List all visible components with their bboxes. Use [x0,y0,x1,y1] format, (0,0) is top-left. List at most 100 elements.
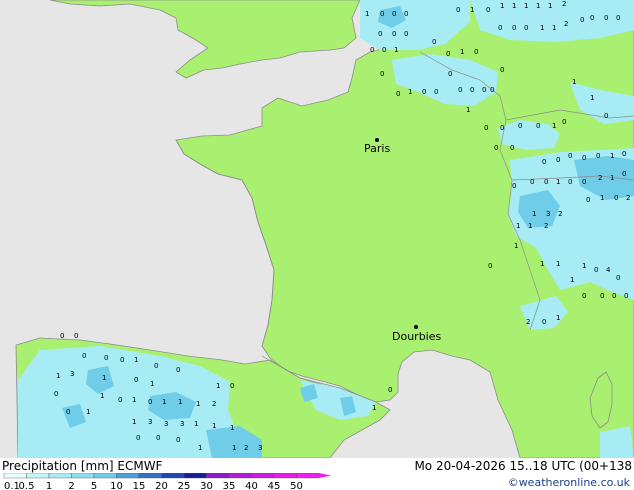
precip-value-label: 0 [542,318,546,326]
scale-arrow [319,473,331,478]
precip-value-label: 1 [610,174,614,182]
precip-value-label: 0 [456,6,460,14]
precip-value-label: 1 [365,10,369,18]
precip-value-label: 0 [510,144,514,152]
precip-value-label: 1 [470,6,474,14]
scale-swatch [93,473,117,479]
precip-value-label: 0 [230,382,234,390]
precip-value-label: 3 [70,370,74,378]
precip-value-label: 0 [498,24,502,32]
scale-swatch [296,473,320,479]
precip-value-label: 1 [134,356,138,364]
scale-tick-label: 0.5 [19,481,35,490]
credit-text: ©weatheronline.co.uk [507,476,630,489]
precip-value-label: 0 [422,88,426,96]
precip-value-label: 0 [176,436,180,444]
scale-swatch [3,473,27,479]
precip-value-label: 0 [134,376,138,384]
precip-value-label: 1 [216,382,220,390]
precip-value-label: 1 [536,2,540,10]
precip-value-label: 0 [616,14,620,22]
scale-swatch [183,473,207,479]
precip-value-label: 0 [378,30,382,38]
precip-value-label: 3 [546,210,550,218]
precip-value-label: 1 [552,24,556,32]
precip-value-label: 0 [474,48,478,56]
scale-swatch [206,473,230,479]
precip-value-label: 0 [512,24,516,32]
precip-value-label: 0 [66,408,70,416]
precipitation-map: 1 0 0 00 0 00 0 10 1 0 1 1 1 1 1 20 0 0 1 1 2 0 0 0 000 1 000 1 0 000… [0,0,634,458]
precip-value-label: 0 [82,352,86,360]
precip-value-label: 2 [626,194,630,202]
precip-value-label: 0 [448,70,452,78]
precip-value-label: 0 [392,30,396,38]
precip-value-label: 0 [176,366,180,374]
precip-value-label: 1 [552,122,556,130]
precip-value-label: 1 [132,396,136,404]
precip-value-label: 3 [164,420,168,428]
precip-value-label: 0 [388,386,392,394]
precip-value-label: 0 [148,398,152,406]
precip-value-label: 1 [512,2,516,10]
precip-value-label: 1 [570,276,574,284]
precip-value-label: 2 [564,20,568,28]
scale-tick-label: 0.1 [4,481,20,490]
precip-value-label: 1 [572,78,576,86]
precip-value-label: 2 [212,400,216,408]
precip-value-label: 0 [622,150,626,158]
scale-tick-label: 30 [200,481,213,490]
precip-value-label: 0 [614,194,618,202]
precip-value-label: 1 [600,194,604,202]
precip-value-label: 1 [150,380,154,388]
precip-value-label: 0 [494,144,498,152]
precip-value-label: 1 [372,404,376,412]
scale-tick-label: 1 [46,481,52,490]
precip-value-label: 3 [180,420,184,428]
map-footer: Precipitation [mm] ECMWF Mo 20-04-2026 1… [0,458,634,490]
precip-value-label: 0 [582,292,586,300]
precip-value-label: 1 [394,46,398,54]
precip-value-label: 1 [582,262,586,270]
precip-value-label: 4 [606,266,611,274]
precip-value-label: 1 [610,152,614,160]
precip-value-label: 0 [404,30,408,38]
precip-value-label: 1 [408,88,412,96]
precip-value-label: 0 [624,292,628,300]
precip-value-label: 0 [470,86,474,94]
precip-value-label: 2 [526,318,530,326]
precip-value-label: 0 [622,170,626,178]
city-label: Dourbies [392,330,442,343]
precip-value-label: 0 [434,88,438,96]
precip-value-label: 1 [460,48,464,56]
precip-color-scale: 0.10.5 1 2 5 10 15 20 25 30 35 40 45 50 [3,473,331,490]
precip-value-label: 0 [556,156,560,164]
precip-value-label: 0 [530,178,534,186]
scale-tick-label: 20 [155,481,168,490]
precip-value-label: 0 [512,182,516,190]
precip-value-label: 1 [198,444,202,452]
precip-value-label: 3 [148,418,152,426]
precip-value-label: 0 [392,10,396,18]
scale-tick-label: 25 [178,481,191,490]
scale-swatch [138,473,162,479]
precip-value-label: 1 [162,398,166,406]
precip-value-label: 1 [556,178,560,186]
precip-value-label: 0 [604,112,608,120]
precip-value-label: 0 [74,332,78,340]
precip-value-label: 1 [540,24,544,32]
precip-value-label: 0 [536,122,540,130]
precip-value-label: 1 [196,400,200,408]
precip-value-label: 2 [562,0,566,8]
precip-value-label: 0 [118,396,122,404]
precip-value-label: 3 [258,444,262,452]
scale-swatch [48,473,72,479]
scale-swatch [116,473,140,479]
scale-swatch [26,473,50,479]
precip-value-label: 1 [528,222,532,230]
product-title: Precipitation [mm] ECMWF [2,459,163,473]
precip-value-label: 1 [212,422,216,430]
precip-value-label: 2 [598,174,602,182]
precip-value-label: 1 [100,392,104,400]
precip-value-label: 1 [232,444,236,452]
